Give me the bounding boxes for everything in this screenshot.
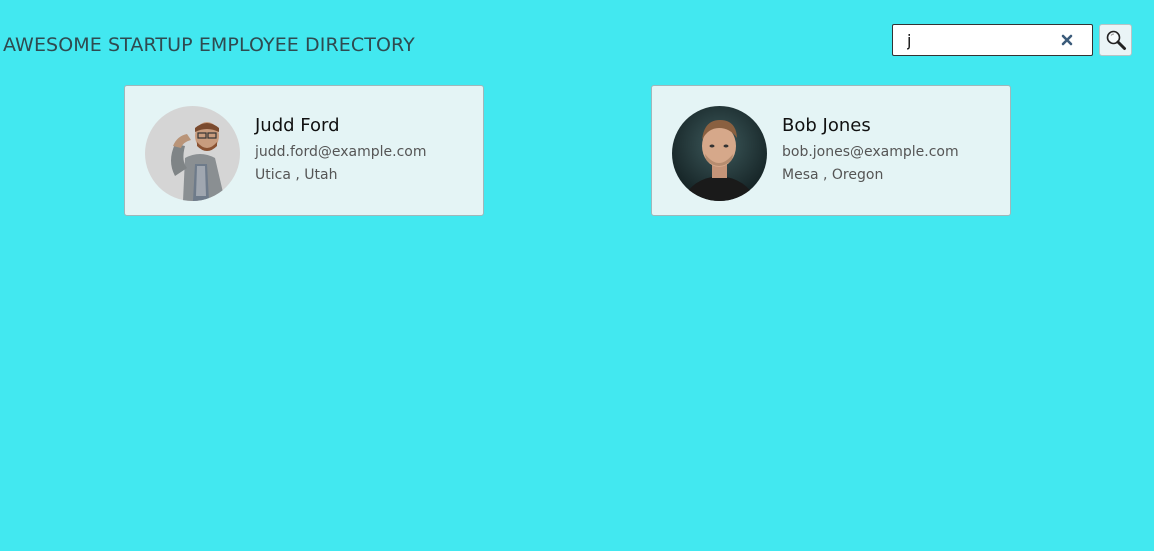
employee-name: Bob Jones <box>782 115 871 136</box>
employee-name: Judd Ford <box>255 115 340 136</box>
employee-card: Bob Jones bob.jones@example.com Mesa , O… <box>651 85 1011 216</box>
avatar <box>145 106 240 201</box>
employee-email: judd.ford@example.com <box>255 144 427 160</box>
employee-location: Mesa , Oregon <box>782 167 884 183</box>
page-title: AWESOME STARTUP EMPLOYEE DIRECTORY <box>3 34 415 56</box>
search-icon <box>1106 30 1126 50</box>
search-button[interactable] <box>1099 24 1132 56</box>
employee-email: bob.jones@example.com <box>782 144 959 160</box>
avatar <box>672 106 767 201</box>
employee-card: Judd Ford judd.ford@example.com Utica , … <box>124 85 484 216</box>
search-input[interactable] <box>907 29 1057 51</box>
employee-location: Utica , Utah <box>255 167 338 183</box>
close-icon[interactable] <box>1058 31 1076 49</box>
search-box[interactable] <box>892 24 1093 56</box>
